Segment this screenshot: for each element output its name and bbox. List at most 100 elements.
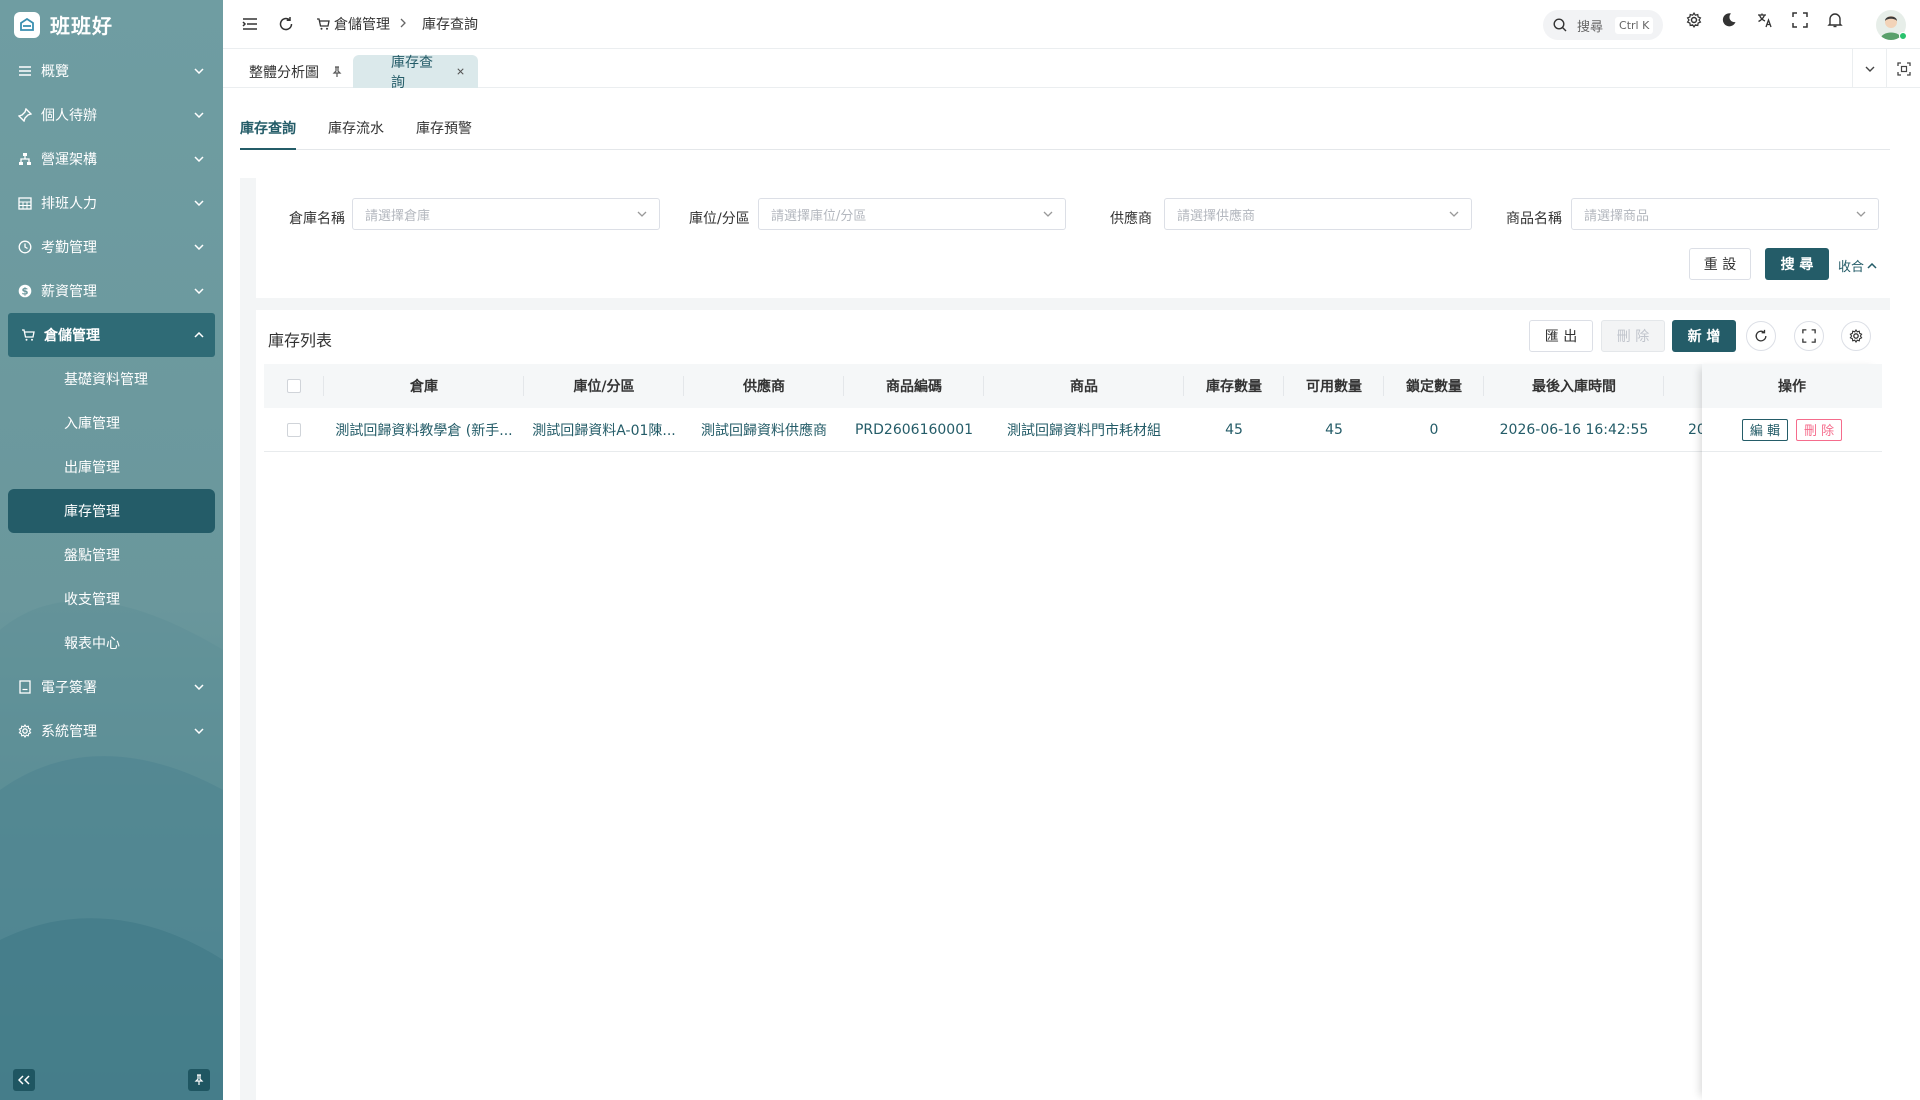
list-title: 庫存列表 [268,331,333,350]
translate-icon[interactable] [1757,12,1773,28]
chevron-down-icon [193,109,205,121]
column-header: 供應商 [684,364,844,408]
submenu-item-stocktake[interactable]: 盤點管理 [0,533,223,577]
delete-button[interactable]: 刪 除 [1796,418,1843,441]
dollar-icon: $ [17,283,33,299]
product-select[interactable]: 請選擇商品 [1571,198,1879,230]
submenu-item-inventory[interactable]: 庫存管理 [8,489,215,533]
bell-icon[interactable] [1827,12,1843,28]
refresh-icon[interactable] [274,12,298,36]
close-icon[interactable] [457,67,464,76]
tabbar-controls [1852,49,1920,88]
menu-item-label: 系統管理 [41,724,97,740]
submenu-item-outbound[interactable]: 出庫管理 [0,445,223,489]
menu-item-todo[interactable]: 個人待辦 [0,93,223,137]
location-select[interactable]: 請選擇庫位/分區 [758,198,1066,230]
submenu-item-finance[interactable]: 收支管理 [0,577,223,621]
chevron-down-icon [1856,211,1866,217]
gear-icon [1849,329,1863,343]
export-button[interactable]: 匯 出 [1529,320,1593,352]
submenu-item-label: 基礎資料管理 [64,372,148,388]
menu-item-esign[interactable]: 電子簽署 [0,665,223,709]
breadcrumb-item[interactable]: 倉儲管理 [316,14,390,34]
collapse-filters-link[interactable]: 收合 [1838,256,1877,275]
search-shortcut: Ctrl K [1615,16,1654,34]
menu-item-label: 營運架構 [41,152,97,168]
chevron-down-icon [1865,66,1874,72]
chevron-down-icon [1043,211,1053,217]
page-tab-overview[interactable]: 整體分析圖 [235,55,357,88]
add-button[interactable]: 新 增 [1672,320,1736,352]
menu-item-attendance[interactable]: 考勤管理 [0,225,223,269]
tabs-maximize-button[interactable] [1886,49,1920,88]
subtab-inventory-query[interactable]: 庫存查詢 [240,118,296,138]
menu-item-org[interactable]: 營運架構 [0,137,223,181]
menu-item-salary[interactable]: $ 薪資管理 [0,269,223,313]
column-header: 庫存數量 [1184,364,1284,408]
fullscreen-table-button[interactable] [1794,321,1824,351]
edit-button[interactable]: 編 輯 [1741,418,1788,441]
column-header: 鎖定數量 [1384,364,1484,408]
row-checkbox-cell [264,408,324,452]
menu-item-label: 倉儲管理 [44,328,100,344]
chevron-right-icon [400,16,406,32]
menu-item-label: 電子簽署 [41,680,97,696]
supplier-select[interactable]: 請選擇供應商 [1164,198,1472,230]
select-all-checkbox[interactable] [287,379,301,393]
search-button[interactable]: 搜 尋 [1765,248,1829,280]
column-header: 商品編碼 [844,364,984,408]
submenu-item-label: 出庫管理 [64,460,120,476]
menu-item-label: 薪資管理 [41,284,97,300]
submenu-item-basic-data[interactable]: 基礎資料管理 [0,357,223,401]
chevron-down-icon [193,725,205,737]
page-tab-label: 庫存查詢 [391,54,433,91]
cell-last-inbound: 2026-06-16 16:42:55 [1499,422,1649,438]
menu-toggle-icon[interactable] [238,12,262,36]
cell-warehouse: 測試回歸資料教學倉 (新手... [335,423,513,439]
pin-icon [194,1074,204,1085]
submenu-item-reports[interactable]: 報表中心 [0,621,223,665]
menu-item-system[interactable]: 系統管理 [0,709,223,753]
clock-icon [17,239,33,255]
global-search[interactable]: 搜尋 Ctrl K [1543,10,1663,40]
pin-icon [17,107,33,123]
cell-available-qty: 45 [1325,422,1343,438]
logo-icon [14,11,40,38]
warehouse-select[interactable]: 請選擇倉庫 [352,198,660,230]
submenu-item-label: 收支管理 [64,592,120,608]
submenu-item-inbound[interactable]: 入庫管理 [0,401,223,445]
column-settings-button[interactable] [1841,321,1871,351]
breadcrumb-current: 庫存查詢 [422,17,478,33]
menu-item-warehouse[interactable]: 倉儲管理 [8,313,215,357]
row-actions: 編 輯 刪 除 [1702,408,1882,452]
dark-mode-icon[interactable] [1721,12,1737,28]
reset-button[interactable]: 重 設 [1689,248,1751,280]
table-row[interactable]: 測試回歸資料教學倉 (新手... 測試回歸資料A-01陳... 測試回歸資料供應… [264,408,1882,452]
app-logo[interactable]: 班班好 [0,0,223,49]
sidebar: 班班好 概覽 個人待辦 營運架構 排班人力 考勤管理 $ 薪資管理 倉儲管理 基… [0,0,223,1100]
pin-sidebar-button[interactable] [188,1069,210,1091]
breadcrumb: 倉儲管理 庫存查詢 [316,14,478,34]
subtab-inventory-flow[interactable]: 庫存流水 [328,118,384,138]
tabs-dropdown-button[interactable] [1852,49,1886,88]
collapse-sidebar-button[interactable] [13,1069,35,1091]
fullscreen-icon[interactable] [1792,12,1808,28]
menu-item-schedule[interactable]: 排班人力 [0,181,223,225]
pin-icon[interactable] [331,65,343,78]
chevron-down-icon [193,241,205,253]
chevron-down-icon [193,681,205,693]
inventory-table: 倉庫 庫位/分區 供應商 商品編碼 商品 庫存數量 可用數量 鎖定數量 最後入庫… [264,364,1882,452]
refresh-icon [1755,329,1767,342]
delete-selected-button[interactable]: 刪 除 [1601,320,1665,352]
subtab-inventory-alert[interactable]: 庫存預警 [416,118,472,138]
cell-product: 測試回歸資料門市耗材組 [1007,423,1161,439]
row-checkbox[interactable] [287,423,301,437]
page-tab-inventory[interactable]: 庫存查詢 [353,55,478,91]
settings-icon[interactable] [1686,12,1702,28]
menu-item-overview[interactable]: 概覽 [0,49,223,93]
refresh-list-button[interactable] [1746,321,1776,351]
menu-item-label: 概覽 [41,64,69,80]
select-placeholder: 請選擇供應商 [1177,208,1256,224]
submenu-item-label: 報表中心 [64,636,120,652]
list-icon [17,63,33,79]
